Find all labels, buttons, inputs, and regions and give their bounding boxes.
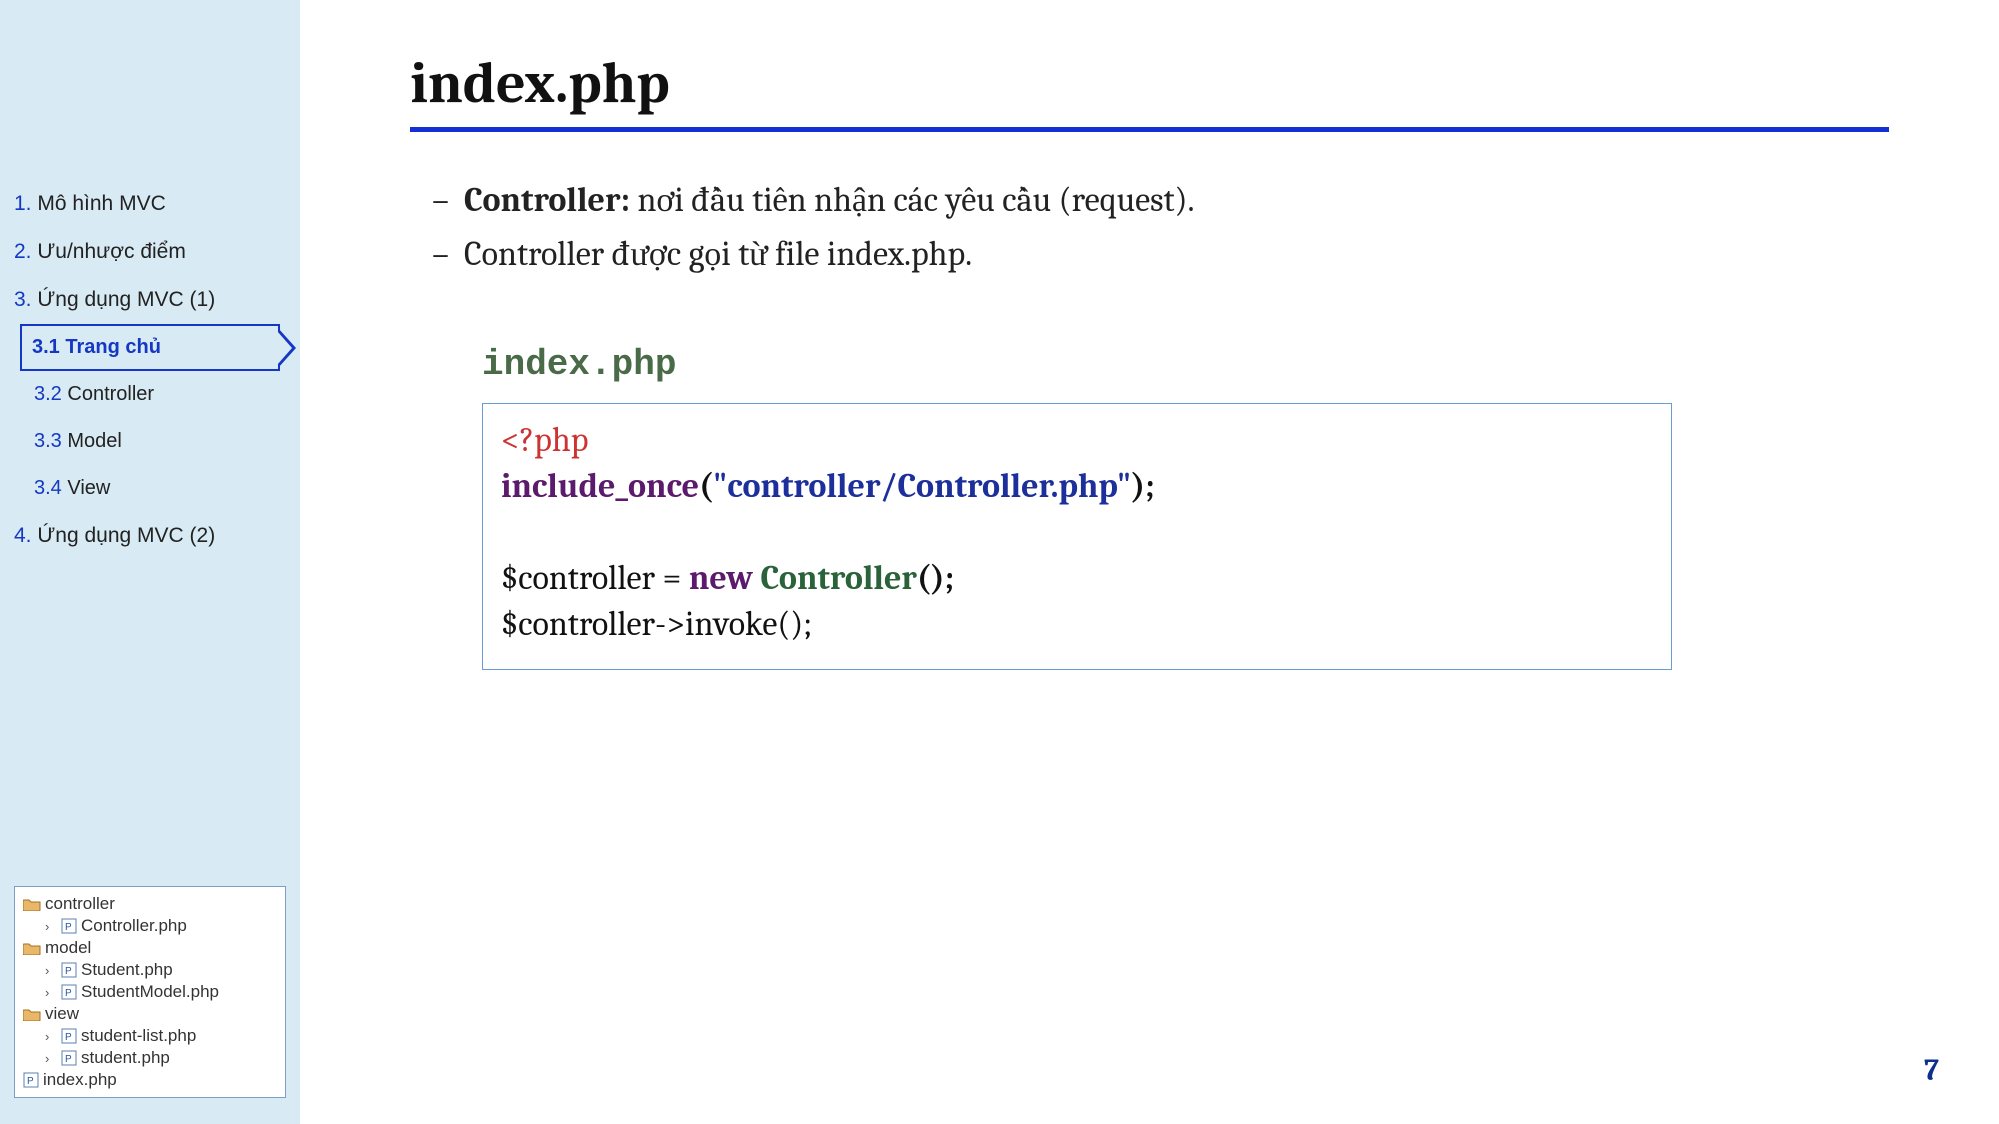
toc-label: View [67, 477, 110, 499]
svg-text:P: P [27, 1076, 34, 1087]
folder-row[interactable]: view [23, 1003, 277, 1025]
main-content: index.php – Controller: nơi đầu tiên nhậ… [300, 0, 1999, 1124]
php-file-icon: P [61, 1050, 77, 1066]
file-row[interactable]: › P student.php [23, 1047, 277, 1069]
chevron-right-icon: › [45, 1051, 57, 1066]
folder-icon [23, 1007, 41, 1021]
folder-label: controller [45, 894, 115, 914]
title-rule [410, 127, 1889, 132]
bullet-text: Controller được gọi từ file index.php. [464, 234, 1889, 274]
php-file-icon: P [61, 962, 77, 978]
toc-label: Ứng dụng MVC (1) [37, 288, 215, 311]
toc-item-2[interactable]: 2. Ưu/nhược điểm [10, 228, 290, 276]
page-title: index.php [410, 50, 1889, 127]
svg-text:P: P [65, 1032, 72, 1043]
file-label: student-list.php [81, 1026, 196, 1046]
chevron-right-icon: › [45, 963, 57, 978]
folder-row[interactable]: controller [23, 893, 277, 915]
folder-row[interactable]: model [23, 937, 277, 959]
toc-num: 3.4 [34, 477, 62, 499]
file-row[interactable]: › P Controller.php [23, 915, 277, 937]
code-line: include_once("controller/Controller.php"… [501, 464, 1653, 510]
folder-icon [23, 897, 41, 911]
toc-label: Model [67, 430, 121, 452]
toc-num: 1. [14, 192, 32, 215]
file-row[interactable]: P index.php [23, 1069, 277, 1091]
svg-text:P: P [65, 1054, 72, 1065]
sidebar: 1. Mô hình MVC 2. Ưu/nhược điểm 3. Ứng d… [0, 0, 300, 1124]
code-paren: ); [1131, 466, 1154, 506]
code-paren: (); [917, 558, 954, 598]
code-var: $controller = [501, 558, 689, 598]
ndash-icon: – [424, 234, 464, 274]
svg-text:P: P [65, 988, 72, 999]
toc-num: 3.1 [32, 336, 60, 358]
folder-label: view [45, 1004, 79, 1024]
bullet-rest: nơi đầu tiên nhận các yêu cầu (request). [630, 180, 1195, 220]
bullet-text: Controller: nơi đầu tiên nhận các yêu cầ… [464, 180, 1889, 220]
code-line: $controller = new Controller(); [501, 556, 1653, 602]
file-label: index.php [43, 1070, 117, 1090]
code-label: index.php [482, 344, 1889, 385]
toc-num: 3. [14, 288, 32, 311]
toc-label: Trang chủ [65, 336, 161, 358]
bullet-rest: Controller được gọi từ file index.php. [464, 234, 972, 274]
php-file-icon: P [23, 1072, 39, 1088]
toc-item-1[interactable]: 1. Mô hình MVC [10, 180, 290, 228]
bullet-item: – Controller: nơi đầu tiên nhận các yêu … [424, 180, 1889, 220]
svg-text:P: P [65, 966, 72, 977]
chevron-right-icon: › [45, 985, 57, 1000]
toc-sub-3-1[interactable]: 3.1 Trang chủ [20, 324, 280, 371]
php-file-icon: P [61, 1028, 77, 1044]
toc-label: Mô hình MVC [37, 192, 165, 215]
code-invoke: $controller->invoke(); [501, 604, 812, 644]
toc-sub-3-3[interactable]: 3.3 Model [10, 418, 290, 465]
bullet-bold: Controller: [464, 180, 630, 220]
bullet-list: – Controller: nơi đầu tiên nhận các yêu … [410, 180, 1889, 288]
code-box: <?php include_once("controller/Controlle… [482, 403, 1672, 670]
file-row[interactable]: › P Student.php [23, 959, 277, 981]
chevron-right-icon: › [45, 919, 57, 934]
toc-num: 2. [14, 240, 32, 263]
folder-icon [23, 941, 41, 955]
code-line: $controller->invoke(); [501, 602, 1653, 648]
file-label: Controller.php [81, 916, 187, 936]
php-file-icon: P [61, 918, 77, 934]
toc-num: 3.3 [34, 430, 62, 452]
svg-text:P: P [65, 922, 72, 933]
toc-item-4[interactable]: 4. Ứng dụng MVC (2) [10, 512, 290, 560]
toc-num: 4. [14, 524, 32, 547]
code-line-blank [501, 510, 1653, 556]
code-keyword: include_once [501, 466, 699, 506]
php-file-icon: P [61, 984, 77, 1000]
file-tree: controller › P Controller.php model › P … [14, 886, 286, 1098]
toc-sub-3-4[interactable]: 3.4 View [10, 465, 290, 512]
toc-item-3[interactable]: 3. Ứng dụng MVC (1) [10, 276, 290, 324]
folder-label: model [45, 938, 91, 958]
code-line: <?php [501, 418, 1653, 464]
toc-label: Ứng dụng MVC (2) [37, 524, 215, 547]
code-string: "controller/Controller.php" [713, 466, 1131, 506]
code-php-open: <?php [501, 420, 588, 460]
code-class: Controller [760, 558, 916, 598]
file-label: StudentModel.php [81, 982, 219, 1002]
toc-sub-3-2[interactable]: 3.2 Controller [10, 371, 290, 418]
toc-label: Ưu/nhược điểm [37, 240, 186, 263]
file-label: Student.php [81, 960, 173, 980]
code-keyword: new [689, 558, 753, 598]
page-number: 7 [1924, 1053, 1939, 1088]
code-paren: ( [699, 466, 713, 506]
toc: 1. Mô hình MVC 2. Ưu/nhược điểm 3. Ứng d… [0, 180, 300, 560]
ndash-icon: – [424, 180, 464, 220]
file-label: student.php [81, 1048, 170, 1068]
file-row[interactable]: › P student-list.php [23, 1025, 277, 1047]
toc-label: Controller [67, 383, 154, 405]
toc-num: 3.2 [34, 383, 62, 405]
bullet-item: – Controller được gọi từ file index.php. [424, 234, 1889, 274]
chevron-right-icon: › [45, 1029, 57, 1044]
file-row[interactable]: › P StudentModel.php [23, 981, 277, 1003]
